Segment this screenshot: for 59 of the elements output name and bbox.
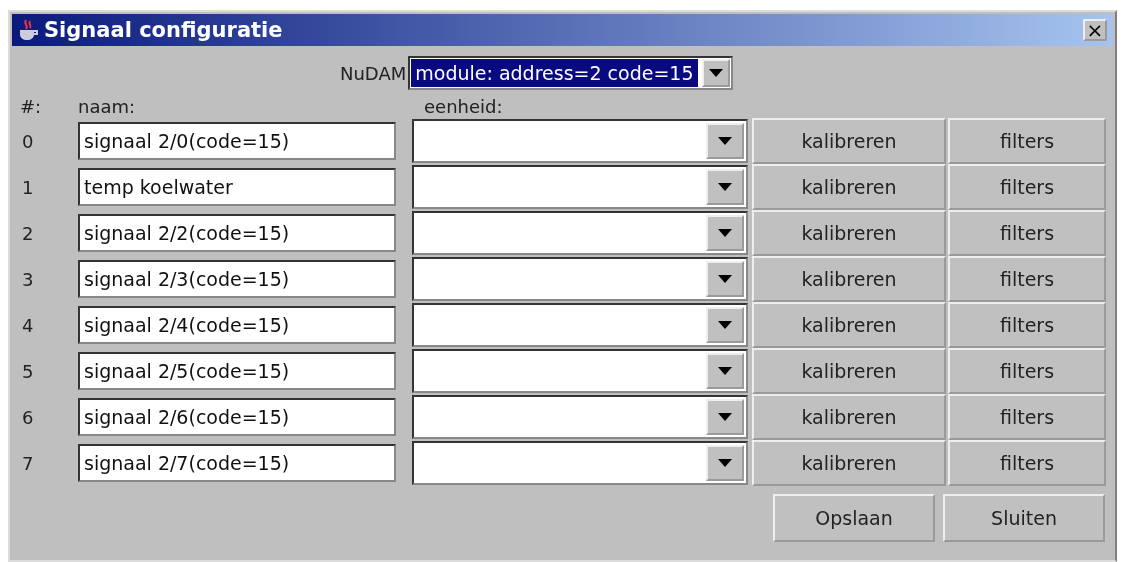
calibrate-button[interactable]: kalibreren xyxy=(752,210,946,256)
name-field[interactable]: signaal 2/4(code=15) xyxy=(78,306,396,344)
name-field[interactable]: signaal 2/6(code=15) xyxy=(78,398,396,436)
row-number: 4 xyxy=(21,314,34,336)
row-number: 2 xyxy=(21,222,34,244)
unit-dropdown[interactable] xyxy=(412,257,748,301)
calibrate-button[interactable]: kalibreren xyxy=(752,348,946,394)
calibrate-button[interactable]: kalibreren xyxy=(752,302,946,348)
dropdown-arrow-icon xyxy=(708,69,723,77)
dropdown-arrow-icon xyxy=(718,459,732,467)
save-button[interactable]: Opslaan xyxy=(773,494,935,542)
row-number: 6 xyxy=(21,406,34,428)
column-header: eenheid: xyxy=(423,95,504,118)
filters-button[interactable]: filters xyxy=(948,440,1106,486)
filters-button[interactable]: filters xyxy=(948,256,1106,302)
name-field[interactable]: temp koelwater xyxy=(78,168,396,206)
row-number: 5 xyxy=(21,360,34,382)
row-number: 0 xyxy=(21,130,34,152)
name-field[interactable]: signaal 2/3(code=15) xyxy=(78,260,396,298)
dropdown-arrow-icon xyxy=(718,321,732,329)
unit-dropdown[interactable] xyxy=(412,211,748,255)
filters-button[interactable]: filters xyxy=(948,302,1106,348)
close-dialog-button[interactable]: Sluiten xyxy=(943,494,1105,542)
calibrate-button[interactable]: kalibreren xyxy=(752,164,946,210)
calibrate-button[interactable]: kalibreren xyxy=(752,394,946,440)
column-header: #: xyxy=(20,95,43,118)
row-number: 1 xyxy=(21,176,34,198)
dropdown-arrow-icon xyxy=(718,367,732,375)
filters-button[interactable]: filters xyxy=(948,164,1106,210)
calibrate-button[interactable]: kalibreren xyxy=(752,256,946,302)
row-number: 7 xyxy=(21,452,34,474)
name-field[interactable]: signaal 2/0(code=15) xyxy=(78,122,396,160)
coffee-cup-icon xyxy=(18,18,38,42)
column-header: naam: xyxy=(78,95,137,118)
dropdown-arrow-icon xyxy=(718,183,732,191)
name-field[interactable]: signaal 2/5(code=15) xyxy=(78,352,396,390)
filters-button[interactable]: filters xyxy=(948,210,1106,256)
filters-button[interactable]: filters xyxy=(948,348,1106,394)
unit-dropdown[interactable] xyxy=(412,303,748,347)
unit-dropdown[interactable] xyxy=(412,395,748,439)
calibrate-button[interactable]: kalibreren xyxy=(752,440,946,486)
unit-dropdown[interactable] xyxy=(412,119,748,163)
module-dropdown[interactable]: module: address=2 code=15 xyxy=(408,56,733,90)
dropdown-arrow-icon xyxy=(718,275,732,283)
name-field[interactable]: signaal 2/7(code=15) xyxy=(78,444,396,482)
calibrate-button[interactable]: kalibreren xyxy=(752,118,946,164)
dropdown-arrow-icon xyxy=(718,413,732,421)
filters-button[interactable]: filters xyxy=(948,118,1106,164)
close-button[interactable]: × xyxy=(1083,19,1107,41)
row-number: 3 xyxy=(21,268,34,290)
unit-dropdown[interactable] xyxy=(412,441,748,485)
unit-dropdown[interactable] xyxy=(412,165,748,209)
name-field[interactable]: signaal 2/2(code=15) xyxy=(78,214,396,252)
unit-dropdown[interactable] xyxy=(412,349,748,393)
dropdown-arrow-icon xyxy=(718,229,732,237)
module-label: NuDAM xyxy=(340,62,407,84)
dropdown-arrow-icon xyxy=(718,137,732,145)
window-title: Signaal configuratie xyxy=(44,18,284,42)
filters-button[interactable]: filters xyxy=(948,394,1106,440)
